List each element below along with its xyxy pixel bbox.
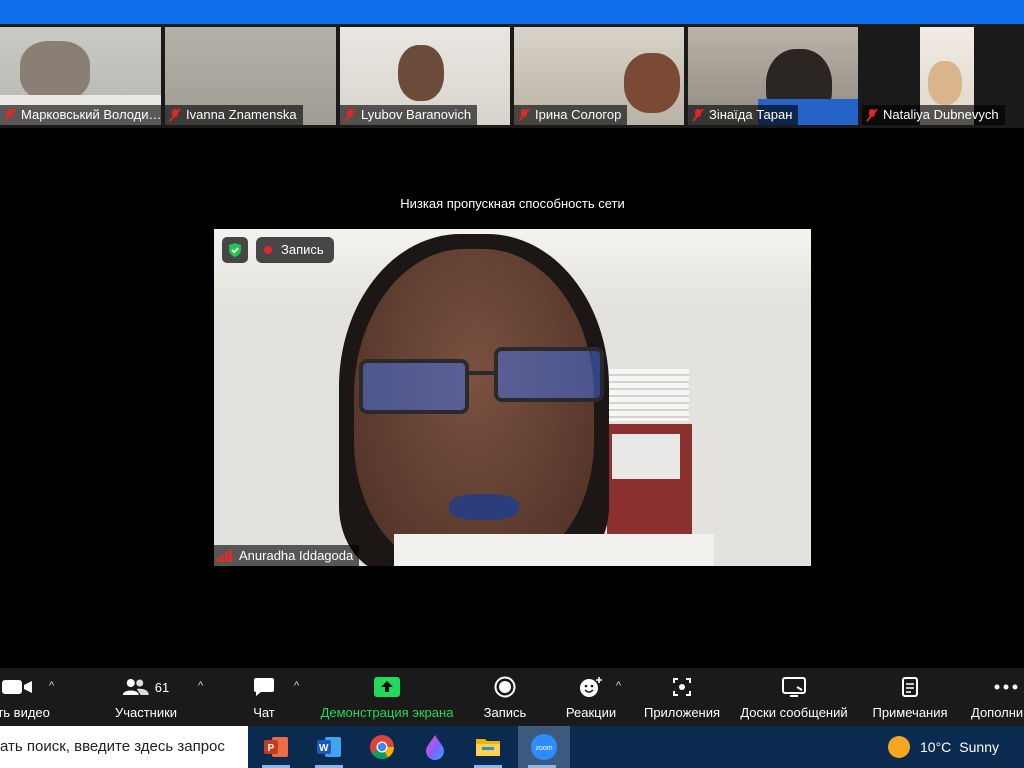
more-dots-icon [994, 676, 1018, 698]
reactions-options-chevron-icon[interactable]: ^ [616, 680, 621, 692]
participant-tile[interactable]: Lyubov Baranovich [340, 27, 510, 125]
participants-count: 61 [154, 679, 170, 695]
participant-tile[interactable]: Зінаїда Таран [688, 27, 858, 125]
participant-video [624, 53, 680, 113]
participant-label: Марковський Володи… [0, 105, 161, 125]
taskbar-search-box[interactable]: ать поиск, введите здесь запрос [0, 726, 248, 768]
powerpoint-icon[interactable]: P [252, 726, 300, 768]
whiteboard-icon [782, 676, 806, 698]
word-icon[interactable]: W [305, 726, 353, 768]
muted-mic-icon [866, 108, 878, 122]
meeting-toolbar: ить видео ^ 61 Участники ^ Чат ^ Демонст… [0, 668, 1024, 726]
glasses-lens-left [359, 359, 469, 414]
active-speaker-video[interactable]: Запись Anuradha Iddagoda [214, 229, 811, 566]
start-video-button[interactable]: ить видео [0, 668, 60, 726]
apps-icon [672, 676, 692, 698]
muted-mic-icon [344, 108, 356, 122]
participant-label: Nataliya Dubnevych [862, 105, 1005, 125]
participant-label: Ivanna Znamenska [165, 105, 303, 125]
apps-button[interactable]: Приложения [637, 668, 727, 726]
muted-mic-icon [518, 108, 530, 122]
participant-video [20, 41, 90, 101]
zoom-icon[interactable]: zoom [518, 726, 570, 768]
low-bandwidth-notice: Низкая пропускная способность сети [400, 196, 625, 211]
reactions-button[interactable]: Реакции [556, 668, 626, 726]
participant-label: Lyubov Baranovich [340, 105, 478, 125]
record-button[interactable]: Запись [470, 668, 540, 726]
participant-label: Ірина Сологор [514, 105, 628, 125]
chrome-icon[interactable] [358, 726, 406, 768]
svg-text:zoom: zoom [536, 745, 553, 752]
recording-indicator[interactable]: Запись [256, 237, 334, 263]
glasses-lens-right [494, 347, 604, 402]
chat-button[interactable]: Чат [234, 668, 294, 726]
record-dot-icon [264, 246, 272, 254]
main-stage: Низкая пропускная способность сети Запис… [31, 128, 994, 668]
security-shield-icon[interactable] [222, 237, 248, 263]
muted-mic-icon [169, 108, 181, 122]
share-screen-button[interactable]: Демонстрация экрана [317, 668, 457, 726]
windows-taskbar: ать поиск, введите здесь запрос P W zoom… [0, 726, 1024, 768]
speaker-label: Anuradha Iddagoda [214, 545, 360, 566]
svg-text:P: P [268, 743, 275, 754]
record-icon [494, 676, 516, 698]
muted-mic-icon [692, 108, 704, 122]
weather-widget[interactable]: 10°C Sunny [888, 726, 999, 768]
video-options-chevron-icon[interactable]: ^ [49, 680, 54, 692]
participant-tile[interactable]: Ivanna Znamenska [165, 27, 336, 125]
notes-icon [901, 676, 919, 698]
signal-bars-icon [217, 549, 233, 562]
participant-video [398, 45, 444, 101]
participant-label: Зінаїда Таран [688, 105, 799, 125]
svg-text:W: W [319, 743, 329, 754]
participant-strip: Марковський Володи… Ivanna Znamenska Lyu… [0, 24, 1024, 128]
whiteboards-button[interactable]: Доски сообщений [734, 668, 854, 726]
participants-icon: 61 [122, 676, 170, 698]
notes-button[interactable]: Примечания [865, 668, 955, 726]
speaker-mouth [449, 494, 519, 520]
participants-button[interactable]: 61 Участники [106, 668, 186, 726]
file-explorer-icon[interactable] [464, 726, 512, 768]
chat-options-chevron-icon[interactable]: ^ [294, 680, 299, 692]
more-button[interactable]: Дополни [966, 668, 1024, 726]
paint-icon[interactable] [411, 726, 459, 768]
participant-tile[interactable]: Nataliya Dubnevych [862, 27, 1012, 125]
title-bar [0, 0, 1024, 24]
muted-mic-icon [4, 108, 16, 122]
participant-tile[interactable]: Марковський Володи… [0, 27, 161, 125]
video-camera-icon [2, 676, 38, 698]
chat-bubble-icon [253, 676, 275, 698]
participant-tile[interactable]: Ірина Сологор [514, 27, 684, 125]
reaction-smiley-icon [579, 676, 603, 698]
sun-icon [888, 736, 910, 758]
participants-options-chevron-icon[interactable]: ^ [198, 680, 203, 692]
share-screen-icon [374, 676, 400, 698]
